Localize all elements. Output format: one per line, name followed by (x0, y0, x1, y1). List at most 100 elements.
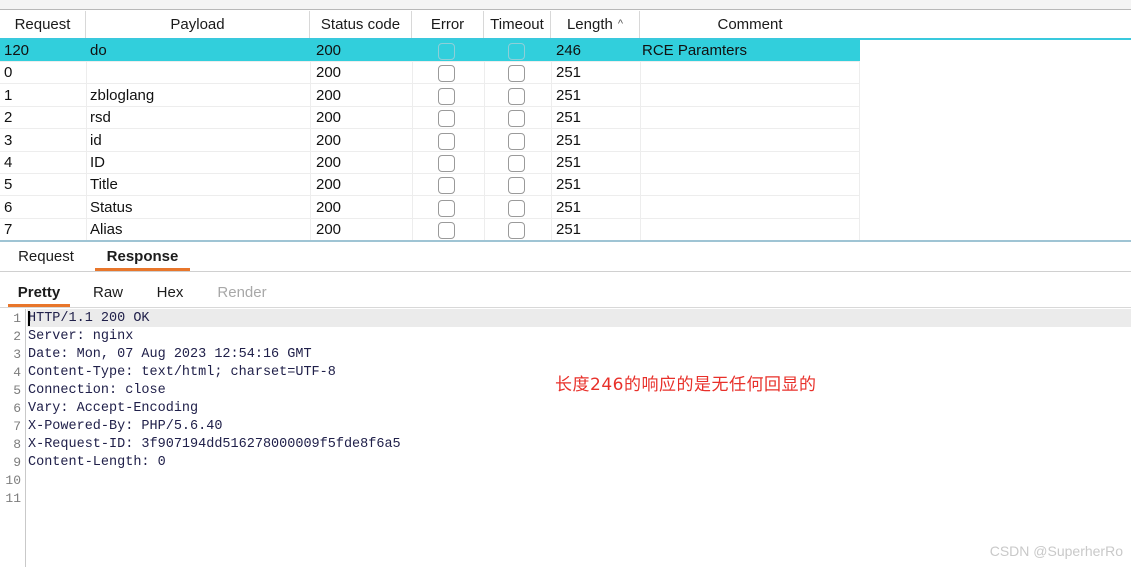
timeout-checkbox[interactable] (508, 43, 525, 60)
table-bottom-divider (0, 240, 1131, 242)
column-header-length[interactable]: Length ^ (551, 11, 640, 38)
cell-request: 3 (4, 131, 13, 149)
column-header-request[interactable]: Request (0, 11, 86, 38)
line-number: 1 (13, 311, 21, 326)
line-number: 6 (13, 401, 21, 416)
cell-length: 251 (556, 64, 582, 82)
cell-status-code: 200 (316, 198, 342, 216)
cell-comment (642, 85, 857, 107)
cell-payload: zbloglang (90, 86, 155, 104)
cell-request: 7 (4, 221, 13, 239)
cell-length: 251 (556, 109, 582, 127)
cell-payload: do (90, 42, 107, 59)
cell-status-code: 200 (316, 109, 342, 127)
line-number: 5 (13, 383, 21, 398)
cell-length: 246 (556, 42, 582, 59)
view-tab-bar: Pretty Raw Hex Render (0, 279, 1131, 308)
timeout-checkbox[interactable] (508, 177, 525, 195)
code-line: Content-Length: 0 (28, 455, 166, 470)
text-caret (28, 311, 30, 326)
table-body[interactable]: 120 do 200 246 RCE Paramters 0 200 251 1 zbloglan… (0, 40, 1131, 241)
tab-raw[interactable]: Raw (86, 279, 130, 307)
table-row[interactable]: 4 ID 200 251 (0, 152, 860, 174)
line-number: 11 (5, 491, 21, 506)
code-line: Vary: Accept-Encoding (28, 401, 199, 416)
cell-request: 1 (4, 86, 13, 104)
tab-render: Render (217, 284, 267, 301)
error-checkbox[interactable] (438, 110, 455, 128)
cell-status-code: 200 (316, 42, 342, 59)
cell-status-code: 200 (316, 131, 342, 149)
code-line: Server: nginx (28, 329, 134, 344)
cell-length: 251 (556, 198, 582, 216)
cell-comment (642, 62, 857, 84)
cell-comment: RCE Paramters (642, 42, 748, 59)
table-row[interactable]: 2 rsd 200 251 (0, 107, 860, 130)
error-checkbox[interactable] (438, 177, 455, 195)
table-row[interactable]: 3 id 200 251 (0, 130, 860, 152)
tab-pretty[interactable]: Pretty (8, 279, 70, 307)
cell-payload: Status (90, 198, 133, 216)
table-row[interactable]: 0 200 251 (0, 62, 860, 85)
table-row[interactable]: 7 Alias 200 251 (0, 219, 860, 241)
error-checkbox[interactable] (438, 132, 455, 150)
column-header-length-label: Length (566, 16, 613, 33)
column-header-error[interactable]: Error (412, 11, 484, 38)
cell-request: 4 (4, 154, 13, 171)
top-toolbar-strip (0, 0, 1131, 10)
error-checkbox[interactable] (438, 87, 455, 105)
column-header-timeout[interactable]: Timeout (484, 11, 551, 38)
cell-payload: rsd (90, 109, 111, 127)
line-number: 10 (5, 473, 21, 488)
cell-payload: Title (90, 176, 118, 194)
cell-comment (642, 197, 857, 219)
table-row[interactable]: 5 Title 200 251 (0, 174, 860, 197)
cell-comment (642, 130, 857, 152)
column-header-comment[interactable]: Comment (640, 11, 860, 38)
cell-status-code: 200 (316, 154, 342, 171)
timeout-checkbox[interactable] (508, 87, 525, 105)
tab-hex[interactable]: Hex (148, 279, 192, 307)
sort-ascending-icon: ^ (617, 18, 624, 30)
cell-payload: ID (90, 154, 105, 171)
error-checkbox[interactable] (438, 222, 455, 240)
cell-status-code: 200 (316, 86, 342, 104)
cell-comment (642, 219, 857, 241)
code-line: HTTP/1.1 200 OK (28, 311, 150, 326)
error-checkbox[interactable] (438, 155, 455, 172)
line-number-gutter: 1 2 3 4 5 6 7 8 9 10 11 (0, 309, 26, 567)
cell-length: 251 (556, 176, 582, 194)
line-number: 4 (13, 365, 21, 380)
code-line: Date: Mon, 07 Aug 2023 12:54:16 GMT (28, 347, 312, 362)
code-line: Connection: close (28, 383, 166, 398)
table-row[interactable]: 6 Status 200 251 (0, 197, 860, 219)
tab-request[interactable]: Request (10, 243, 82, 271)
timeout-checkbox[interactable] (508, 132, 525, 150)
timeout-checkbox[interactable] (508, 199, 525, 217)
message-tab-bar: Request Response (0, 243, 1131, 272)
column-header-status-code[interactable]: Status code (310, 11, 412, 38)
timeout-checkbox[interactable] (508, 65, 525, 83)
response-viewer[interactable]: 1 2 3 4 5 6 7 8 9 10 11 HTTP/1.1 200 OK Server: ngi… (0, 309, 1131, 567)
cell-request: 120 (4, 42, 30, 59)
cell-comment (642, 107, 857, 129)
code-line: X-Powered-By: PHP/5.6.40 (28, 419, 223, 434)
timeout-checkbox[interactable] (508, 222, 525, 240)
code-line: Content-Type: text/html; charset=UTF-8 (28, 365, 336, 380)
table-row[interactable]: 1 zbloglang 200 251 (0, 85, 860, 107)
error-checkbox[interactable] (438, 65, 455, 83)
current-line-highlight (27, 309, 1131, 327)
cell-request: 2 (4, 109, 13, 127)
error-checkbox[interactable] (438, 43, 455, 60)
cell-payload: Alias (90, 221, 123, 239)
line-number: 9 (13, 455, 21, 470)
timeout-checkbox[interactable] (508, 110, 525, 128)
cell-request: 6 (4, 198, 13, 216)
error-checkbox[interactable] (438, 199, 455, 217)
tab-response[interactable]: Response (95, 243, 190, 271)
timeout-checkbox[interactable] (508, 155, 525, 172)
column-header-payload[interactable]: Payload (86, 11, 310, 38)
line-number: 7 (13, 419, 21, 434)
table-row[interactable]: 120 do 200 246 RCE Paramters (0, 40, 860, 62)
cell-comment (642, 174, 857, 196)
